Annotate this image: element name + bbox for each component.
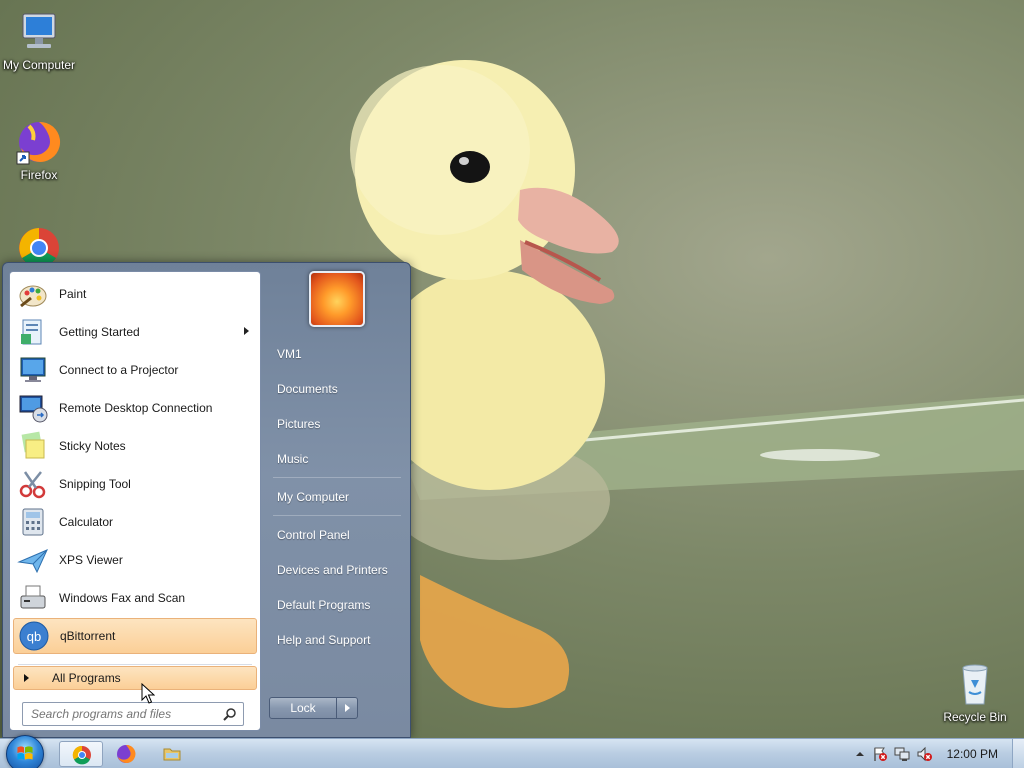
link-label: VM1 xyxy=(277,347,302,361)
program-calculator[interactable]: Calculator xyxy=(13,504,257,540)
link-label: Default Programs xyxy=(277,598,371,612)
desktop-icon-my-computer[interactable]: My Computer xyxy=(0,8,78,72)
projector-icon xyxy=(20,357,46,382)
recycle-bin-icon xyxy=(962,664,988,705)
chrome-icon xyxy=(72,745,91,765)
program-remote-desktop-connection[interactable]: Remote Desktop Connection xyxy=(13,390,257,426)
taskbar-chrome-button[interactable] xyxy=(59,741,103,767)
show-desktop-button[interactable] xyxy=(1012,739,1024,768)
program-label: Remote Desktop Connection xyxy=(59,401,213,415)
qbittorrent-icon: qb xyxy=(19,621,49,651)
snipping-tool-icon xyxy=(19,471,46,499)
program-windows-fax-and-scan[interactable]: Windows Fax and Scan xyxy=(13,580,257,616)
program-sticky-notes[interactable]: Sticky Notes xyxy=(13,428,257,464)
start-button[interactable] xyxy=(6,735,44,768)
firefox-icon xyxy=(16,121,61,165)
paint-icon xyxy=(19,285,47,308)
start-link-my-computer[interactable]: My Computer xyxy=(269,482,405,512)
fax-scan-icon xyxy=(20,585,46,609)
system-tray: 12:00 PM xyxy=(834,739,1024,768)
mouse-cursor-icon xyxy=(141,683,155,704)
desktop-icon-label: Recycle Bin xyxy=(943,710,1007,724)
program-label: Snipping Tool xyxy=(59,477,131,491)
start-link-music[interactable]: Music xyxy=(269,444,405,474)
lock-label: Lock xyxy=(290,701,316,715)
program-label: Connect to a Projector xyxy=(59,363,179,377)
link-label: Pictures xyxy=(277,417,321,431)
submenu-arrow-icon xyxy=(244,327,249,335)
taskbar-file-explorer-button[interactable] xyxy=(150,741,194,767)
sticky-notes-icon xyxy=(21,431,45,459)
volume-muted-icon[interactable] xyxy=(916,746,932,762)
start-search-box[interactable] xyxy=(22,702,244,726)
network-icon[interactable] xyxy=(894,746,910,762)
start-link-devices-and-printers[interactable]: Devices and Printers xyxy=(269,555,405,585)
search-input[interactable] xyxy=(31,707,217,721)
start-menu-programs-pane: Paint Getting Started Connect to a Proje… xyxy=(9,271,261,731)
user-account-picture[interactable] xyxy=(309,271,365,327)
all-programs-label: All Programs xyxy=(52,671,121,685)
divider xyxy=(18,664,252,665)
program-qbittorrent[interactable]: qb qBittorrent xyxy=(13,618,257,654)
taskbar-clock[interactable]: 12:00 PM xyxy=(947,747,998,761)
link-label: Music xyxy=(277,452,309,466)
calculator-icon xyxy=(22,508,44,536)
start-link-help-and-support[interactable]: Help and Support xyxy=(269,625,405,655)
chevron-right-icon xyxy=(345,704,350,712)
desktop-icon-label: Firefox xyxy=(20,168,58,182)
windows-logo-icon xyxy=(17,746,33,760)
taskbar-firefox-button[interactable] xyxy=(104,741,148,767)
link-label: Documents xyxy=(277,382,338,396)
program-paint[interactable]: Paint xyxy=(13,276,257,312)
program-snipping-tool[interactable]: Snipping Tool xyxy=(13,466,257,502)
program-label: XPS Viewer xyxy=(59,553,123,567)
xps-viewer-icon xyxy=(17,549,48,574)
lock-button[interactable]: Lock xyxy=(269,697,337,719)
taskbar: 12:00 PM xyxy=(0,735,1024,768)
start-link-vm1[interactable]: VM1 xyxy=(269,339,405,369)
computer-icon xyxy=(22,13,56,48)
divider xyxy=(273,477,401,478)
program-label: Sticky Notes xyxy=(59,439,126,453)
link-label: My Computer xyxy=(277,490,350,504)
start-link-default-programs[interactable]: Default Programs xyxy=(269,590,405,620)
link-label: Devices and Printers xyxy=(277,563,388,577)
expand-arrow-icon xyxy=(24,674,29,682)
firefox-icon xyxy=(117,744,136,763)
start-link-control-panel[interactable]: Control Panel xyxy=(269,520,405,550)
program-label: Windows Fax and Scan xyxy=(59,591,186,605)
action-center-flag-icon[interactable] xyxy=(872,746,888,762)
all-programs-button[interactable]: All Programs xyxy=(13,666,257,690)
program-connect-to-projector[interactable]: Connect to a Projector xyxy=(13,352,257,388)
file-explorer-icon xyxy=(163,748,181,761)
link-label: Control Panel xyxy=(277,528,350,542)
link-label: Help and Support xyxy=(277,633,371,647)
svg-text:qb: qb xyxy=(27,629,41,644)
program-label: Calculator xyxy=(59,515,114,529)
show-hidden-icons-chevron[interactable] xyxy=(852,746,868,762)
shutdown-options-arrow-button[interactable] xyxy=(336,697,358,719)
program-xps-viewer[interactable]: XPS Viewer xyxy=(13,542,257,578)
program-label: qBittorrent xyxy=(60,629,116,643)
remote-desktop-icon xyxy=(19,395,48,423)
program-label: Paint xyxy=(59,287,87,301)
start-link-documents[interactable]: Documents xyxy=(269,374,405,404)
desktop-icon-label: My Computer xyxy=(2,58,76,72)
divider xyxy=(273,515,401,516)
program-getting-started[interactable]: Getting Started xyxy=(13,314,257,350)
start-menu: Paint Getting Started Connect to a Proje… xyxy=(2,262,411,738)
search-icon[interactable] xyxy=(223,707,237,721)
getting-started-icon xyxy=(21,319,42,345)
desktop-icon-recycle-bin[interactable]: Recycle Bin xyxy=(936,660,1014,724)
program-label: Getting Started xyxy=(59,325,140,339)
desktop-icon-firefox[interactable]: Firefox xyxy=(0,118,78,182)
start-link-pictures[interactable]: Pictures xyxy=(269,409,405,439)
